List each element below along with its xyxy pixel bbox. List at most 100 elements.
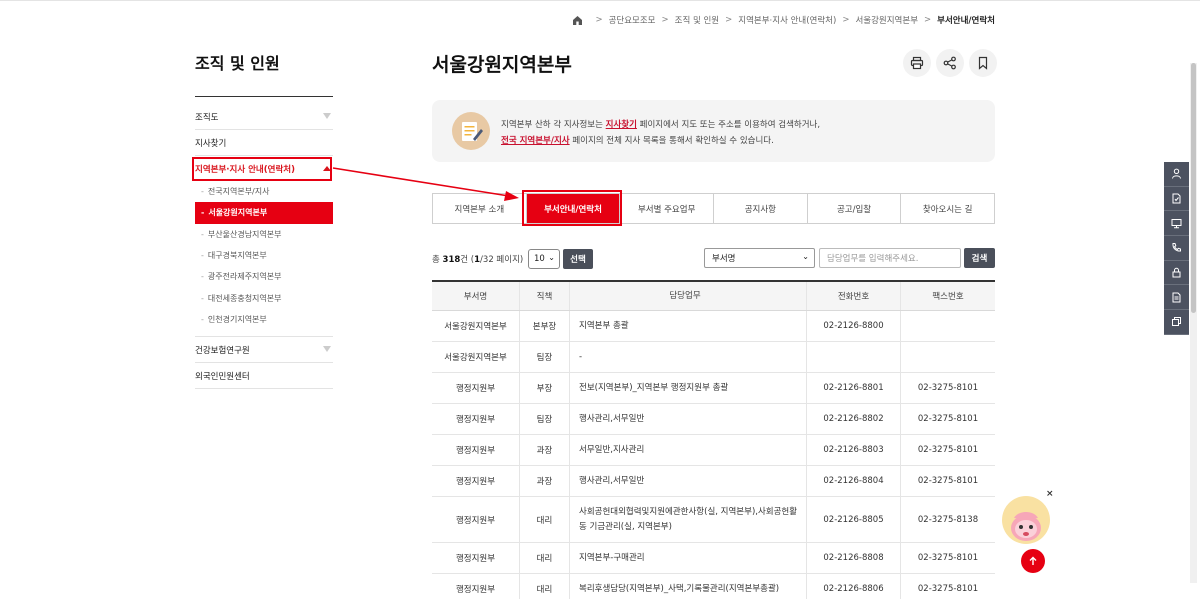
annotation-highlight-box [192,157,332,181]
cell-duty: 행사관리,서무일반 [570,466,807,496]
cell-fax: 02-3275-8101 [917,445,979,455]
breadcrumb-separator: > [661,15,669,25]
cell-phone: 02-2126-8800 [807,311,901,341]
lock-icon [1172,267,1181,278]
cell-fax: 02-3275-8101 [917,383,979,393]
search-button[interactable]: 검색 [964,248,995,268]
breadcrumb: > 공단요모조모 > 조직 및 인원 > 지역본부·지사 안내(연락처) > 서… [572,14,995,26]
department-select[interactable]: 부서명 ⌄ [704,248,815,268]
cell-phone: 02-2126-8804 [807,466,901,496]
quick-file-button[interactable] [1164,285,1189,311]
cell-fax [901,342,995,372]
mascot-chatbot[interactable] [1002,496,1050,544]
cell-fax: 02-3275-8101 [917,476,979,486]
home-icon[interactable] [572,15,583,25]
breadcrumb-current: 부서안내/연락처 [937,16,995,26]
top-divider [0,0,1200,1]
submenu-item[interactable]: - 전국지역본부/지사 [195,181,333,202]
breadcrumb-item[interactable]: 지역본부·지사 안내(연락처) [738,14,836,26]
breadcrumb-item[interactable]: 조직 및 인원 [675,14,720,26]
cell-position: 과장 [520,466,570,496]
cell-position: 대리 [520,543,570,573]
cell-fax: 02-3275-8101 [917,553,979,563]
document-icon [1172,193,1181,204]
submenu-item[interactable]: - 인천경기지역본부 [195,309,333,330]
chevron-down-icon [323,346,331,352]
cell-position: 팀장 [520,342,570,372]
tab-directions[interactable]: 찾아오시는 길 [901,194,994,223]
table-row: 서울강원지역본부 팀장 - [432,342,995,373]
table-row: 행정지원부 부장 전보(지역본부)_지역본부 행정지원부 총괄 02-2126-… [432,373,995,404]
cell-department: 행정지원부 [432,466,520,496]
table-header: 부서명 직책 담당업무 전화번호 팩스번호 [432,282,995,311]
cell-position: 대리 [520,497,570,542]
file-icon [1172,292,1181,303]
scrollbar[interactable] [1190,63,1197,583]
cell-position: 부장 [520,373,570,403]
print-button[interactable] [903,49,931,77]
print-icon [910,56,924,70]
tab-dept-duties[interactable]: 부서별 주요업무 [620,194,715,223]
submenu-item[interactable]: - 대전세종충청지역본부 [195,287,333,308]
quick-document-button[interactable] [1164,186,1189,212]
column-header: 부서명 [432,282,520,310]
cell-position: 과장 [520,435,570,465]
submenu-item-active[interactable]: - 서울강원지역본부 [195,202,333,224]
column-header: 팩스번호 [932,292,964,302]
cell-department: 행정지원부 [432,543,520,573]
sidebar-item-branch-finder[interactable]: 지사찾기 [195,130,333,156]
contacts-table: 부서명 직책 담당업무 전화번호 팩스번호 서울강원지역본부 본부장 지역본부 … [432,280,995,599]
cell-phone: 02-2126-8803 [807,435,901,465]
cell-duty: 서무일반,지사관리 [570,435,807,465]
column-header: 직책 [520,282,570,310]
share-icon [943,56,956,70]
search-input[interactable]: 담당업무를 입력해주세요. [819,248,961,268]
breadcrumb-item[interactable]: 공단요모조모 [609,14,656,26]
bookmark-button[interactable] [969,49,997,77]
arrow-up-icon [1029,556,1037,565]
quick-phone-button[interactable] [1164,236,1189,261]
cell-department: 서울강원지역본부 [432,311,520,341]
quick-copy-button[interactable] [1164,310,1189,335]
sidebar-item-foreigner-center[interactable]: 외국인민원센터 [195,363,333,389]
share-button[interactable] [936,49,964,77]
breadcrumb-item[interactable]: 서울강원지역본부 [855,14,918,26]
submenu-item[interactable]: - 부산울산경남지역본부 [195,224,333,245]
chevron-down-icon [323,113,331,119]
tab-notices[interactable]: 공지사항 [714,194,808,223]
sidebar-item-label: 지사찾기 [195,138,227,149]
info-text: 지역본부 산하 각 지사정보는 지사찾기 페이지에서 지도 또는 주소를 이용하… [501,120,821,146]
cell-duty: 지역본부-구매관리 [570,543,807,573]
select-button[interactable]: 선택 [563,249,593,269]
quick-monitor-button[interactable] [1164,211,1189,237]
cell-duty: 지역본부 총괄 [570,311,807,341]
sidebar-title: 조직 및 인원 [195,54,280,73]
sidebar-menu-lower: 건강보험연구원 외국인민원센터 [195,336,333,389]
cell-department: 행정지원부 [432,574,520,599]
quick-person-button[interactable] [1164,162,1189,187]
cell-position: 본부장 [520,311,570,341]
tab-announcements[interactable]: 공고/입찰 [808,194,902,223]
sidebar-item-research-institute[interactable]: 건강보험연구원 [195,337,333,363]
info-box: 지역본부 산하 각 지사정보는 지사찾기 페이지에서 지도 또는 주소를 이용하… [432,100,995,162]
branch-finder-link[interactable]: 지사찾기 [606,120,637,130]
quick-lock-button[interactable] [1164,260,1189,286]
cell-department: 서울강원지역본부 [432,342,520,372]
cell-fax [901,311,995,341]
sidebar-item-org-chart[interactable]: 조직도 [195,104,333,130]
cell-phone: 02-2126-8802 [807,404,901,434]
close-icon[interactable]: × [1046,489,1054,499]
cell-position: 팀장 [520,404,570,434]
scrollbar-thumb[interactable] [1191,63,1196,313]
cell-department: 행정지원부 [432,373,520,403]
submenu-item[interactable]: - 대구경북지역본부 [195,245,333,266]
per-page-select[interactable]: 10 ⌄ [528,249,560,269]
cell-fax: 02-3275-8101 [917,414,979,424]
tab-hq-intro[interactable]: 지역본부 소개 [433,194,527,223]
nationwide-branches-link[interactable]: 전국 지역본부/지사 [501,136,570,146]
bookmark-icon [978,56,988,70]
sidebar-item-label: 조직도 [195,112,219,123]
submenu-item[interactable]: - 광주전라제주지역본부 [195,266,333,287]
scroll-top-button[interactable] [1021,549,1045,573]
result-count: 총 318건 (1/32 페이지) [432,255,524,265]
